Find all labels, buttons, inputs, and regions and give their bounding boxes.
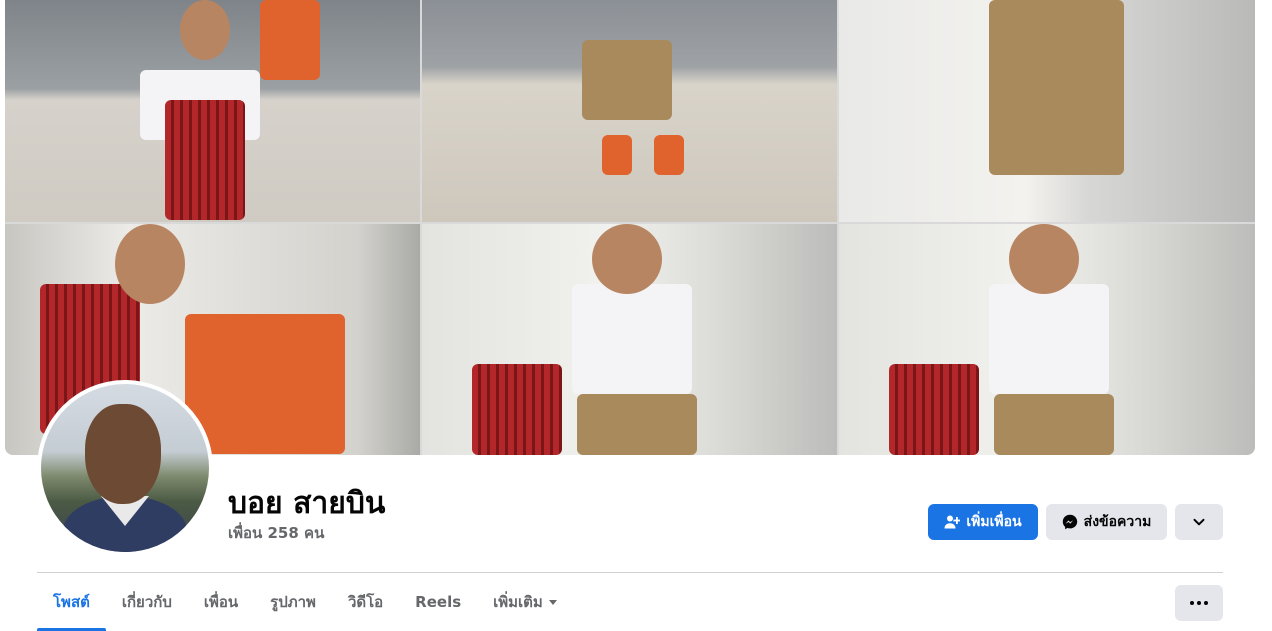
tab-photos[interactable]: รูปภาพ	[254, 573, 332, 631]
profile-tabs: โพสต์ เกี่ยวกับ เพื่อน รูปภาพ วิดีโอ Ree…	[37, 573, 573, 631]
avatar-photo	[41, 384, 209, 552]
tab-videos[interactable]: วิดีโอ	[332, 573, 399, 631]
ellipsis-icon	[1204, 601, 1208, 605]
cover-photo-tile	[839, 0, 1255, 222]
tab-friends[interactable]: เพื่อน	[188, 573, 254, 631]
tab-label: วิดีโอ	[347, 593, 384, 611]
more-options-button[interactable]	[1175, 585, 1223, 621]
child-figure	[889, 364, 979, 455]
ellipsis-icon	[1197, 601, 1201, 605]
tab-about[interactable]: เกี่ยวกับ	[106, 573, 188, 631]
child-figure	[989, 0, 1124, 175]
child-figure	[654, 135, 684, 175]
tab-label: รูปภาพ	[270, 593, 316, 611]
child-figure	[115, 224, 185, 304]
tab-label: เกี่ยวกับ	[121, 593, 172, 611]
child-figure	[1009, 224, 1079, 294]
message-label: ส่งข้อความ	[1083, 514, 1152, 530]
child-figure	[472, 364, 562, 455]
child-figure	[994, 394, 1114, 455]
child-figure	[582, 40, 672, 120]
child-figure	[185, 314, 345, 454]
cover-photo-tile	[422, 0, 837, 222]
add-friend-button[interactable]: เพิ่มเพื่อน	[928, 504, 1038, 540]
child-figure	[165, 100, 245, 220]
tab-reels[interactable]: Reels	[399, 573, 477, 631]
add-friend-label: เพิ่มเพื่อน	[966, 514, 1022, 530]
tab-more[interactable]: เพิ่มเติม	[477, 573, 573, 631]
person-add-icon	[944, 514, 961, 530]
chevron-down-icon	[1192, 515, 1206, 529]
profile-options-button[interactable]	[1175, 504, 1223, 540]
avatar-face	[85, 404, 161, 504]
tab-label: Reels	[415, 593, 462, 611]
child-figure	[572, 284, 692, 394]
child-figure	[180, 0, 230, 60]
cover-photo-tile	[422, 224, 837, 455]
tab-label: โพสต์	[53, 593, 90, 611]
messenger-icon	[1062, 514, 1078, 530]
ellipsis-icon	[1190, 601, 1194, 605]
profile-picture[interactable]	[37, 380, 213, 556]
caret-down-icon	[548, 599, 557, 605]
cover-photo-tile	[839, 224, 1255, 455]
message-button[interactable]: ส่งข้อความ	[1046, 504, 1167, 540]
child-figure	[260, 0, 320, 80]
tab-posts[interactable]: โพสต์	[37, 573, 106, 631]
friend-count-link[interactable]: เพื่อน 258 คน	[228, 521, 324, 545]
profile-name: บอย สายบิน	[228, 486, 386, 521]
cover-photo[interactable]	[5, 0, 1255, 455]
cover-photo-tile	[5, 0, 420, 222]
tab-label: เพิ่มเติม	[493, 593, 543, 611]
tab-label: เพื่อน	[203, 593, 239, 611]
child-figure	[592, 224, 662, 294]
child-figure	[602, 135, 632, 175]
child-figure	[989, 284, 1109, 394]
child-figure	[577, 394, 697, 455]
